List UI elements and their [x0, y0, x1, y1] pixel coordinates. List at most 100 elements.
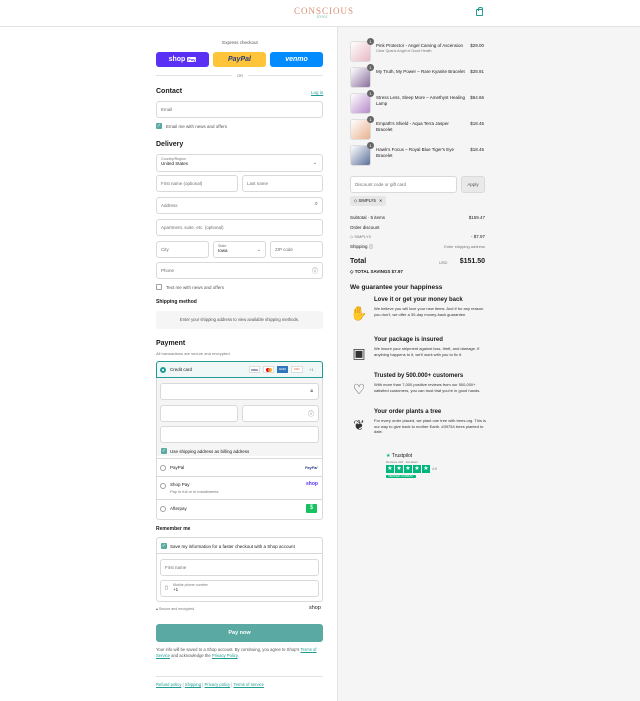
shop-logo: shop [309, 605, 321, 611]
guarantee-title: Trusted by 500.000+ customers [374, 373, 464, 379]
first-name-field[interactable]: First name (optional) [156, 175, 238, 192]
heart-hands-icon: ♡ [352, 381, 366, 397]
newsletter-label: Email me with news and offers [166, 124, 227, 129]
address-field[interactable]: Address ⌕ [156, 197, 323, 214]
help-icon[interactable]: ⓘ [312, 266, 318, 275]
login-link[interactable]: Log in [311, 90, 323, 95]
guarantee-text: We believe you will love your new items.… [374, 306, 484, 317]
subtotal-label: Subtotal · 5 items [350, 215, 386, 220]
cart-bag-icon[interactable] [476, 7, 483, 16]
state-select[interactable]: State Iowa ⌄ [213, 241, 266, 258]
security-code-field[interactable]: ⓘ [242, 405, 319, 422]
divider [156, 553, 323, 554]
shop-pay-option-label[interactable]: Shop Pay [170, 482, 190, 487]
newsletter-checkbox[interactable]: ✓ [156, 123, 162, 129]
venmo-button[interactable]: venmo [270, 52, 323, 67]
product-name: Stress Less, Sleep More – Amethyst Heali… [376, 95, 466, 107]
help-icon[interactable]: ⓘ [308, 409, 314, 418]
paypal-button[interactable]: PayPal [213, 52, 266, 67]
shipping-notice: Enter your shipping address to view avai… [156, 311, 323, 329]
privacy-policy-link[interactable]: Privacy Policy [212, 653, 238, 658]
billing-same-checkbox[interactable]: ✓ [161, 448, 167, 454]
star-icon: ★ [395, 465, 403, 473]
expiry-field[interactable] [160, 405, 238, 422]
order-discount-code: ◇ SIMPLY5 [350, 234, 371, 239]
quantity-badge: 1 [367, 90, 374, 97]
card-number-field[interactable]: 🔒︎ [160, 383, 319, 400]
guarantee-title: Love it or get your money back [374, 297, 463, 303]
product-name: Hawk's Focus – Royal Blue Tiger's Eye Br… [376, 147, 466, 159]
save-info-checkbox[interactable]: ✓ [161, 543, 167, 549]
paypal-radio[interactable] [160, 465, 166, 471]
currency-label: USD [439, 260, 448, 265]
afterpay-option-label[interactable]: Afterpay [170, 506, 187, 511]
afterpay-logo: $ [306, 504, 317, 513]
shipping-method-heading: Shipping method [156, 299, 197, 305]
shop-pay-radio[interactable] [160, 483, 166, 489]
discount-code-field[interactable]: Discount code or gift card [350, 176, 457, 193]
product-price: $29.00 [470, 43, 484, 48]
paypal-option-label[interactable]: PayPal [170, 465, 184, 470]
text-offers-checkbox[interactable] [156, 284, 162, 290]
total-savings-value: $7.97 [391, 269, 403, 274]
search-icon: ⌕ [314, 201, 318, 207]
refund-policy-link[interactable]: Refund policy [156, 682, 181, 687]
afterpay-radio[interactable] [160, 506, 166, 512]
country-value: United States [161, 161, 189, 166]
mobile-phone-value: +1 [173, 587, 179, 592]
phone-placeholder: Phone [161, 268, 175, 273]
divider [156, 676, 323, 677]
shipping-label: Shipping [350, 244, 368, 249]
discount-tag-label: SIMPLY5 [358, 198, 376, 203]
last-name-field[interactable]: Last name [242, 175, 323, 192]
credit-card-label: Credit card [170, 367, 193, 372]
payment-subtitle: All transactions are secure and encrypte… [156, 351, 231, 356]
quantity-badge: 1 [367, 64, 374, 71]
contact-heading: Contact [156, 88, 183, 95]
shipping-link[interactable]: Shipping [185, 682, 201, 687]
apply-discount-button[interactable]: Apply [461, 176, 485, 193]
trustpilot-widget[interactable]: ★ Trustpilot Reviews 404 · Excellent ★ ★ ★… [386, 453, 456, 487]
shop-pay-button[interactable]: shop Pay [156, 52, 209, 67]
chevron-down-icon: ⌄ [256, 247, 261, 253]
apartment-field[interactable]: Apartment, suite, etc. (optional) [156, 219, 323, 236]
secure-encrypted-note: 🔒︎ Secure and encrypted [156, 607, 194, 611]
or-divider-label: OR [232, 73, 248, 78]
remember-first-name-field[interactable]: First name [160, 559, 319, 576]
city-field[interactable]: City [156, 241, 209, 258]
order-discount-code-label: SIMPLY5 [354, 234, 371, 239]
terms-of-service-footer-link[interactable]: Terms of service [233, 682, 263, 687]
country-select[interactable]: Country/Region United States ⌄ [156, 154, 323, 172]
phone-field[interactable]: Phone ⓘ [156, 262, 323, 279]
product-title: Hawk's Focus – Royal Blue Tiger's Eye Br… [376, 147, 454, 158]
pay-now-button[interactable]: Pay now [156, 624, 323, 642]
chevron-down-icon: ⌄ [312, 160, 317, 166]
remove-discount-icon[interactable]: ✕ [379, 198, 383, 203]
name-on-card-field[interactable] [160, 426, 319, 443]
privacy-policy-footer-link[interactable]: Privacy policy [205, 682, 231, 687]
star-icon: ★ [422, 465, 430, 473]
star-icon: ★ [404, 465, 412, 473]
help-icon[interactable]: ⓘ [369, 244, 374, 249]
order-summary: 1 Pink Protector - Angel Carving of Ascen… [337, 27, 640, 701]
amex-icon: AMEX [277, 366, 288, 373]
zip-field[interactable]: ZIP code [270, 241, 323, 258]
terms-text-2: and acknowledge the [171, 652, 211, 658]
mobile-phone-field[interactable]: ▯ Mobile phone number +1 [160, 580, 319, 597]
product-name: Empath's Shield - Aqua Terra Jasper Brac… [376, 121, 466, 133]
visa-icon: VISA [249, 366, 260, 373]
total-value: $151.50 [459, 258, 485, 265]
email-field[interactable]: Email [156, 101, 323, 118]
shop-pay-label: shop [168, 56, 186, 63]
trustpilot-score: 4.9 [432, 467, 437, 471]
lock-icon: 🔒︎ [156, 607, 158, 611]
trustpilot-star-row: ★ ★ ★ ★ ★ [386, 465, 430, 473]
footer-links: Refund policy | Shipping | Privacy polic… [156, 682, 264, 687]
product-price: $18.45 [470, 121, 484, 126]
discount-tag: ◇ SIMPLY5 ✕ [350, 196, 387, 206]
express-checkout-title: Express checkout [222, 40, 258, 45]
divider [156, 476, 323, 477]
credit-card-radio[interactable] [160, 367, 166, 373]
delivery-heading: Delivery [156, 141, 184, 148]
product-title: My Truth, My Power – Rare Kyanite Bracel… [376, 69, 465, 74]
